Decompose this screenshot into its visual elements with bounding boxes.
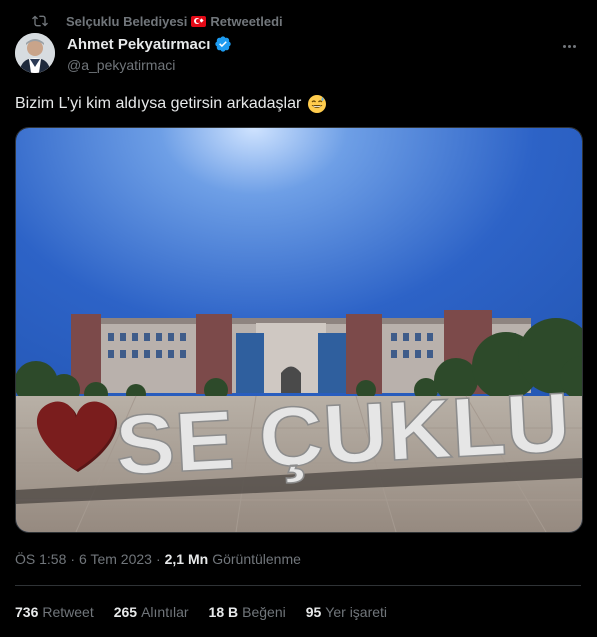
avatar[interactable] bbox=[15, 33, 55, 73]
tweet-time[interactable]: ÖS 1:58 bbox=[15, 551, 66, 567]
divider bbox=[15, 585, 581, 586]
retweet-stat[interactable]: 736 Retweet bbox=[15, 604, 94, 620]
like-stat[interactable]: 18 B Beğeni bbox=[209, 604, 286, 620]
author-name-row: Ahmet Pekyatırmacı bbox=[67, 35, 232, 53]
verified-badge-icon bbox=[215, 36, 232, 52]
meta-separator: · bbox=[155, 551, 161, 567]
tweet-photo[interactable]: SE ÇUKLU bbox=[15, 127, 583, 533]
meta-separator: · bbox=[70, 551, 76, 567]
quote-stat[interactable]: 265 Alıntılar bbox=[114, 604, 189, 620]
views-label: Görüntülenme bbox=[212, 551, 301, 567]
tweet-date[interactable]: 6 Tem 2023 bbox=[79, 551, 152, 567]
tweet-meta: ÖS 1:58 · 6 Tem 2023 · 2,1 Mn Görüntülen… bbox=[15, 551, 301, 567]
retweet-icon bbox=[32, 15, 48, 27]
author-handle[interactable]: @a_pekyatirmaci bbox=[67, 57, 175, 73]
retweet-account[interactable]: Selçuklu Belediyesi bbox=[66, 14, 187, 29]
views-count: 2,1 Mn bbox=[164, 551, 209, 567]
more-options-icon[interactable] bbox=[559, 36, 579, 56]
retweet-context: Selçuklu Belediyesi Retweetledi bbox=[32, 12, 283, 30]
retweet-action: Retweetledi bbox=[210, 13, 283, 29]
turkey-flag-icon bbox=[191, 15, 207, 27]
tweet-text-row: Bizim L’yi kim aldıysa getirsin arkadaşl… bbox=[15, 94, 327, 114]
grinning-sweat-emoji-icon bbox=[308, 95, 327, 113]
author-name[interactable]: Ahmet Pekyatırmacı bbox=[67, 36, 210, 53]
engagement-stats: 736 Retweet 265 Alıntılar 18 B Beğeni 95 Yer… bbox=[15, 604, 387, 620]
tweet-text: Bizim L’yi kim aldıysa getirsin arkadaşl… bbox=[15, 95, 302, 112]
bookmark-stat[interactable]: 95 Yer işareti bbox=[306, 604, 387, 620]
